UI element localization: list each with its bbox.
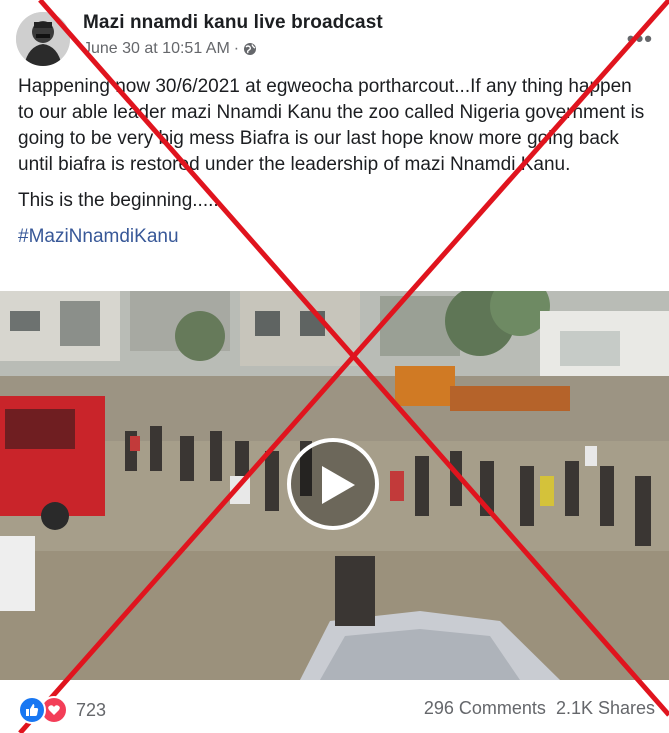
play-icon — [322, 466, 355, 504]
reaction-count: 723 — [76, 699, 107, 720]
post-timestamp[interactable]: June 30 at 10:51 AM — [83, 40, 230, 58]
post-meta: June 30 at 10:51 AM · — [83, 40, 257, 58]
video-player[interactable] — [0, 291, 669, 680]
post-text: Happening now 30/6/2021 at egweocha port… — [18, 74, 650, 260]
post-footer: 723 296 Comments 2.1K Shares — [0, 680, 669, 733]
engagement-stats: 296 Comments 2.1K Shares — [424, 698, 655, 719]
reactions-summary[interactable]: 723 — [18, 696, 106, 724]
author-avatar[interactable] — [16, 12, 70, 66]
post-paragraph: This is the beginning..... — [18, 190, 219, 211]
globe-icon[interactable] — [243, 42, 257, 56]
facebook-post: Mazi nnamdi kanu live broadcast June 30 … — [0, 0, 669, 733]
author-name[interactable]: Mazi nnamdi kanu live broadcast — [83, 12, 383, 34]
comments-count[interactable]: 296 Comments — [424, 698, 546, 719]
play-button[interactable] — [287, 438, 379, 530]
meta-separator: · — [233, 40, 240, 57]
post-header: Mazi nnamdi kanu live broadcast June 30 … — [16, 8, 653, 70]
post-paragraph: Happening now 30/6/2021 at egweocha port… — [18, 76, 645, 175]
hashtag-link[interactable]: #MaziNnamdiKanu — [18, 224, 650, 250]
shares-count[interactable]: 2.1K Shares — [556, 698, 655, 719]
avatar-image — [16, 12, 70, 66]
like-icon — [18, 696, 46, 724]
more-options-icon[interactable]: ••• — [627, 26, 653, 52]
